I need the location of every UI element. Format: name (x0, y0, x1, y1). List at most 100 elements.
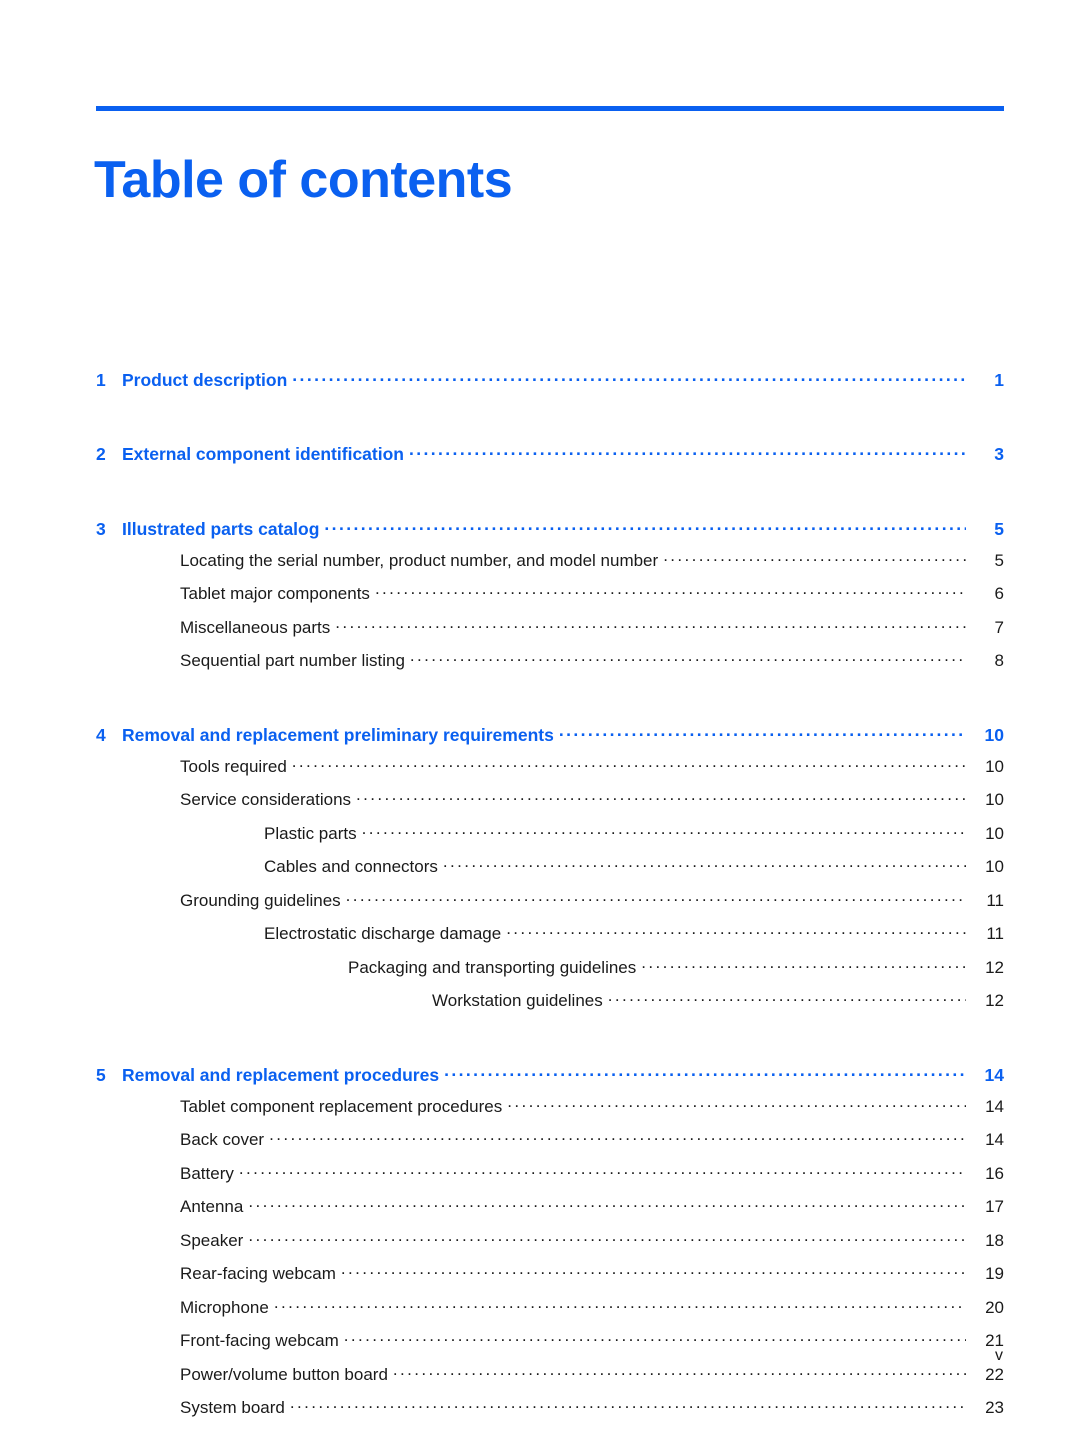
toc-entry-label: External component identification (122, 444, 404, 464)
toc-leader-dots (663, 549, 966, 566)
toc-entry-row[interactable]: Power/volume button board 22 (96, 1363, 1004, 1385)
toc-page-number: 20 (985, 1297, 1004, 1317)
toc-page-number: 3 (994, 444, 1004, 464)
toc-leader-dots (443, 855, 966, 872)
toc-page-number: 11 (986, 890, 1004, 910)
toc-chapter-row[interactable]: 5 Removal and replacement procedures 14 (96, 1063, 1004, 1086)
toc-entry-label: Front-facing webcam (180, 1331, 339, 1350)
toc-entry-label: Back cover (180, 1130, 265, 1149)
toc-entry-label: Tablet major components (180, 584, 370, 603)
document-page: Table of contents 1Product description1 2… (0, 0, 1080, 1437)
toc-leader-dots (239, 1162, 966, 1179)
toc-entry-row[interactable]: Plastic parts 10 (96, 822, 1004, 844)
toc-entry-row[interactable]: Locating the serial number, product numb… (96, 549, 1004, 571)
toc-entry-row[interactable]: Tablet major components 6 (96, 582, 1004, 604)
toc-entry-row[interactable]: Antenna 17 (96, 1195, 1004, 1217)
toc-page-number: 7 (994, 617, 1004, 637)
toc-page-number: 17 (985, 1197, 1004, 1216)
page-title: Table of contents (94, 150, 513, 209)
toc-entry-label: Locating the serial number, product numb… (180, 550, 659, 570)
toc-leader-dots (393, 1363, 966, 1380)
toc-entry-label: Cables and connectors (264, 857, 438, 876)
toc-entry-label: Antenna (180, 1197, 244, 1216)
toc-entry-row[interactable]: Rear-facing webcam 19 (96, 1262, 1004, 1284)
page-number-folio: v (995, 1347, 1003, 1364)
toc-page-number: 10 (985, 823, 1004, 843)
toc-entry-row[interactable]: Battery 16 (96, 1162, 1004, 1184)
toc-page-number: 14 (985, 1096, 1004, 1116)
toc-entry-label: Removal and replacement preliminary requ… (122, 724, 554, 745)
toc-entry-row[interactable]: Speaker 18 (96, 1229, 1004, 1251)
toc-page-number: 10 (985, 790, 1004, 809)
toc-chapter-row[interactable]: 1 Product description 1 (96, 368, 1004, 391)
toc-page-number: 1 (994, 369, 1004, 390)
toc-chapter-number: 5 (96, 1064, 106, 1085)
toc-entry-row[interactable]: Electrostatic discharge damage 11 (96, 922, 1004, 944)
toc-entry-label: System board (180, 1398, 285, 1417)
toc-page-number: 8 (994, 651, 1004, 670)
toc-entry-row[interactable]: Packaging and transporting guidelines 12 (96, 956, 1004, 978)
toc-page-number: 14 (985, 1130, 1004, 1149)
toc-page-number: 14 (984, 1064, 1004, 1085)
toc-page-number: 16 (985, 1163, 1004, 1183)
toc-entry-label: Service considerations (180, 790, 352, 809)
toc-leader-dots (608, 989, 966, 1006)
toc-page-number: 5 (994, 550, 1004, 570)
toc-leader-dots (324, 517, 966, 535)
toc-leader-dots (346, 889, 966, 906)
toc-leader-dots (444, 1063, 966, 1081)
toc-leader-dots (506, 922, 966, 939)
toc-page-number: 6 (994, 584, 1004, 603)
toc-entry-row[interactable]: Service considerations 10 (96, 788, 1004, 810)
toc-chapter-row[interactable]: 4 Removal and replacement preliminary req… (96, 723, 1004, 746)
toc-chapter-number: 2 (96, 444, 106, 464)
toc-entry-row[interactable]: System board 23 (96, 1396, 1004, 1418)
toc-entry-label: Illustrated parts catalog (122, 518, 320, 539)
toc-entry-label: Grounding guidelines (180, 890, 341, 910)
toc-page-number: 18 (985, 1230, 1004, 1250)
toc-leader-dots (292, 368, 966, 386)
toc-entry-label: Packaging and transporting guidelines (348, 957, 637, 977)
toc-leader-dots (362, 822, 966, 839)
toc-leader-dots (290, 1396, 966, 1413)
toc-leader-dots (292, 755, 966, 772)
toc-page-number: 12 (985, 957, 1004, 977)
toc-leader-dots (507, 1095, 966, 1112)
toc-entry-row[interactable]: Sequential part number listing 8 (96, 649, 1004, 671)
toc-page-number: 5 (994, 518, 1004, 539)
toc-entry-label: Sequential part number listing (180, 651, 405, 670)
toc-page-number: 22 (985, 1364, 1004, 1384)
table-of-contents-list: 1Product description1 2 External component… (96, 368, 1004, 1430)
toc-entry-label: Battery (180, 1163, 234, 1183)
toc-leader-dots (335, 616, 966, 633)
toc-entry-row[interactable]: Tablet component replacement procedures 1… (96, 1095, 1004, 1117)
toc-entry-label: Microphone (180, 1297, 269, 1317)
toc-page-number: 12 (985, 991, 1004, 1010)
toc-page-number: 10 (985, 857, 1004, 876)
title-rule (96, 106, 1004, 111)
toc-entry-row[interactable]: Workstation guidelines 12 (96, 989, 1004, 1011)
toc-entry-row[interactable]: Tools required 10 (96, 755, 1004, 777)
toc-entry-label: Tablet component replacement procedures (180, 1096, 503, 1116)
toc-leader-dots (248, 1229, 966, 1246)
toc-leader-dots (559, 723, 966, 741)
toc-page-number: 19 (985, 1264, 1004, 1283)
toc-entry-row[interactable]: Miscellaneous parts 7 (96, 616, 1004, 638)
toc-entry-row[interactable]: Cables and connectors 10 (96, 855, 1004, 877)
toc-chapter-number: 3 (96, 518, 106, 539)
toc-chapter-row[interactable]: 3 Illustrated parts catalog 5 (96, 517, 1004, 540)
toc-leader-dots (356, 788, 966, 805)
toc-entry-row[interactable]: Front-facing webcam21 (96, 1329, 1004, 1351)
toc-entry-row[interactable]: Microphone 20 (96, 1296, 1004, 1318)
toc-chapter-row[interactable]: 2 External component identification 3 (96, 443, 1004, 466)
toc-leader-dots (641, 956, 966, 973)
toc-entry-label: Miscellaneous parts (180, 617, 331, 637)
toc-page-number: 10 (985, 756, 1004, 776)
toc-page-number: 11 (986, 924, 1004, 943)
toc-entry-row[interactable]: Back cover 14 (96, 1128, 1004, 1150)
toc-entry-label: Speaker (180, 1230, 244, 1250)
toc-entry-row[interactable]: Grounding guidelines 11 (96, 889, 1004, 911)
toc-chapter-number: 1 (96, 369, 106, 390)
toc-entry-label: Power/volume button board (180, 1364, 388, 1384)
toc-chapter-number: 4 (96, 724, 106, 745)
